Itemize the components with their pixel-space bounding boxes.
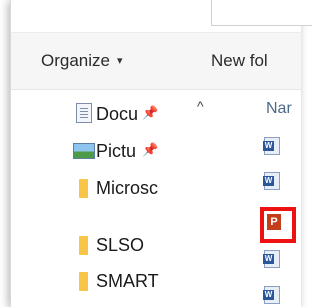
collapse-chevron-icon[interactable]: ^ [197,98,204,114]
document-icon [76,103,92,123]
nav-item-smart[interactable]: SMART [56,265,216,297]
folder-icon [79,179,88,198]
nav-item-label: Pictu [96,141,137,161]
powerpoint-file-icon[interactable]: P [264,211,292,239]
folder-icon [79,272,88,291]
word-file-icon[interactable]: W [263,172,280,190]
column-header-name[interactable]: Nar [266,100,292,118]
address-bar[interactable] [211,0,312,26]
nav-item-label: Docu [96,104,139,124]
file-explorer-window: Organize ▾ New fol Docu 📌 Pictu 📌 Microsc… [10,0,312,307]
ppt-badge: P [267,214,281,230]
nav-item-slso[interactable]: SLSO [56,229,216,261]
folder-icon [79,236,88,255]
organize-button[interactable]: Organize ▾ [41,51,123,71]
title-bar [11,0,312,32]
nav-item-microsc[interactable]: Microsc [56,172,216,204]
nav-item-pictures[interactable]: Pictu 📌 [56,135,216,167]
nav-item-label: SMART [96,271,159,291]
chevron-down-icon: ▾ [116,55,123,67]
highlight-box: P [260,207,296,243]
word-file-icon[interactable]: W [263,286,280,304]
nav-item-label: SLSO [96,235,145,255]
pin-icon[interactable]: 📌 [142,105,158,121]
pictures-icon [73,143,95,159]
navigation-pane: Docu 📌 Pictu 📌 Microsc SLSO SMART ^ [11,90,216,307]
nav-item-documents[interactable]: Docu 📌 [56,98,216,130]
pin-icon[interactable]: 📌 [142,142,158,158]
new-folder-button[interactable]: New fol [211,51,268,71]
command-bar: Organize ▾ New fol [11,32,301,90]
organize-label: Organize [41,51,110,70]
file-list: Nar W W P W W [216,90,301,307]
nav-item-label: Microsc [96,178,158,198]
word-file-icon[interactable]: W [263,250,280,268]
word-file-icon[interactable]: W [263,137,280,155]
